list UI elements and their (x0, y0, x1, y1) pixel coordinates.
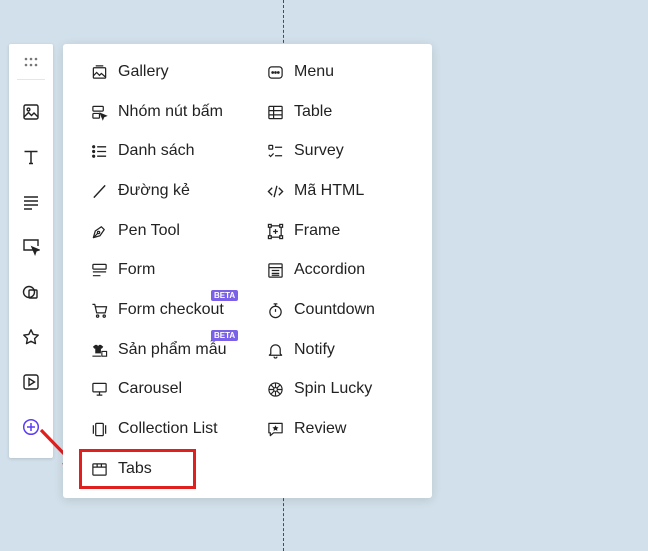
menu-item-notify[interactable]: Notify (266, 336, 335, 364)
menu-item-label: Pen Tool (118, 222, 180, 239)
cart-icon (90, 301, 108, 319)
table-icon (266, 103, 284, 121)
menu-item-html-code[interactable]: Mã HTML (266, 177, 364, 205)
toolbar-divider (17, 79, 45, 80)
timer-icon (266, 301, 284, 319)
menu-item-label: Countdown (294, 301, 375, 318)
menu-item-label: Danh sách (118, 142, 195, 159)
add-element-panel: Gallery Nhóm nút bấm Danh sách Đường kẻ … (63, 44, 432, 498)
menu-item-label: Frame (294, 222, 341, 239)
menu-item-label: Table (294, 103, 333, 120)
tabs-highlight-box (79, 449, 196, 489)
menu-item-label: Spin Lucky (294, 380, 373, 397)
bell-icon (266, 341, 284, 359)
code-icon (266, 182, 284, 200)
list-icon (90, 142, 108, 160)
menu-item-product-sample[interactable]: Sản phẩm mẫu BETA (90, 330, 239, 364)
menu-item-gallery[interactable]: Gallery (90, 58, 169, 86)
grip-dots-icon[interactable] (9, 44, 53, 80)
menu-item-form-checkout[interactable]: Form checkout BETA (90, 290, 239, 324)
beta-badge: BETA (211, 330, 239, 341)
menu-item-label: Collection List (118, 420, 218, 437)
spin-wheel-icon (266, 380, 284, 398)
menu-item-label: Menu (294, 63, 335, 80)
menu-item-pen-tool[interactable]: Pen Tool (90, 217, 180, 245)
menu-item-label: Form checkout (118, 301, 224, 318)
menu-item-label: Gallery (118, 63, 169, 80)
menu-item-collection-list[interactable]: Collection List (90, 415, 218, 443)
carousel-icon (90, 380, 108, 398)
menu-item-line[interactable]: Đường kẻ (90, 177, 190, 205)
menu-item-table[interactable]: Table (266, 98, 332, 126)
gallery-icon (90, 63, 108, 81)
star-icon[interactable] (9, 319, 53, 355)
menu-item-label: Review (294, 420, 347, 437)
menu-item-menu[interactable]: Menu (266, 58, 334, 86)
left-toolbar (9, 44, 53, 458)
menu-item-form[interactable]: Form (90, 256, 155, 284)
menu-item-label: Survey (294, 142, 344, 159)
cursor-select-icon[interactable] (9, 229, 53, 265)
video-play-icon[interactable] (9, 364, 53, 400)
product-sample-icon (90, 341, 108, 359)
accordion-icon (266, 261, 284, 279)
paragraph-icon[interactable] (9, 184, 53, 220)
menu-icon (266, 63, 284, 81)
menu-item-label: Carousel (118, 380, 183, 397)
menu-item-carousel[interactable]: Carousel (90, 375, 182, 403)
menu-item-label: Nhóm nút bấm (118, 103, 223, 120)
survey-icon (266, 142, 284, 160)
frame-icon (266, 222, 284, 240)
menu-item-label: Sản phẩm mẫu (118, 341, 227, 358)
menu-item-accordion[interactable]: Accordion (266, 256, 365, 284)
review-star-icon (266, 420, 284, 438)
form-icon (90, 261, 108, 279)
menu-item-review[interactable]: Review (266, 415, 346, 443)
menu-item-label: Đường kẻ (118, 182, 190, 199)
collection-list-icon (90, 420, 108, 438)
menu-item-survey[interactable]: Survey (266, 137, 344, 165)
menu-item-frame[interactable]: Frame (266, 217, 340, 245)
menu-item-label: Mã HTML (294, 182, 365, 199)
menu-item-spin-lucky[interactable]: Spin Lucky (266, 375, 372, 403)
text-icon[interactable] (9, 139, 53, 175)
pen-tool-icon (90, 222, 108, 240)
beta-badge: BETA (211, 290, 239, 301)
menu-item-label: Accordion (294, 261, 366, 278)
menu-item-label: Form (118, 261, 156, 278)
menu-item-list[interactable]: Danh sách (90, 137, 195, 165)
menu-item-button-group[interactable]: Nhóm nút bấm (90, 98, 223, 126)
menu-item-countdown[interactable]: Countdown (266, 296, 375, 324)
shapes-icon[interactable] (9, 274, 53, 310)
menu-item-label: Notify (294, 341, 335, 358)
button-group-icon (90, 103, 108, 121)
image-icon[interactable] (9, 94, 53, 130)
line-icon (90, 182, 108, 200)
